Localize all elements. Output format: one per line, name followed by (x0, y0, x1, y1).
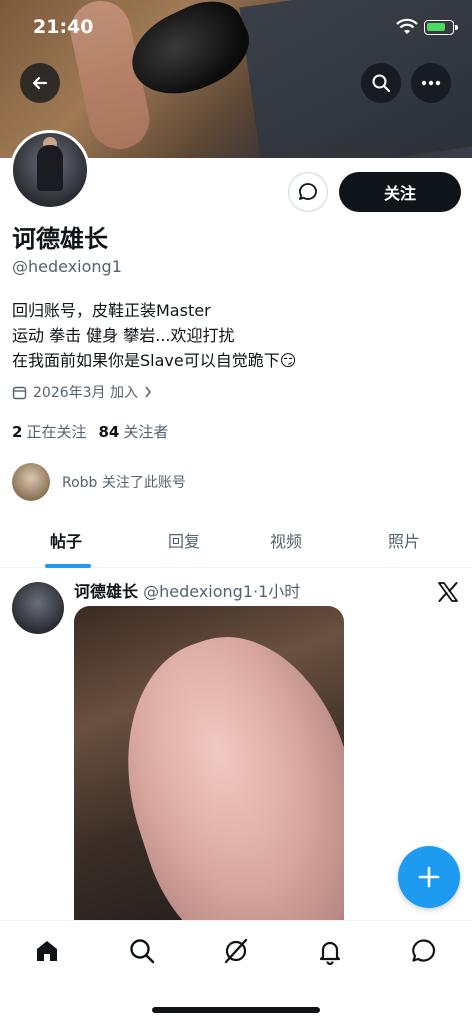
search-button[interactable] (361, 63, 401, 103)
grok-icon (224, 938, 248, 964)
search-icon (130, 939, 155, 964)
home-icon (37, 941, 57, 961)
post-image[interactable] (74, 606, 344, 920)
message-button[interactable] (288, 172, 328, 212)
home-indicator (152, 1007, 320, 1013)
status-bar: 21:40 (0, 0, 472, 56)
tab-videos[interactable]: 视频 (270, 528, 302, 552)
plus-icon (418, 866, 440, 888)
bio-line: 在我面前如果你是Slave可以自觉跪下😏 (12, 351, 297, 370)
post-meta: 诃德雄长 @hedexiong1·1小时 (74, 578, 300, 602)
search-icon (372, 74, 391, 93)
following-label: 正在关注 (26, 423, 87, 441)
profile-tabs: 帖子 回复 视频 照片 (0, 516, 472, 568)
more-icon (421, 80, 441, 86)
battery-icon (424, 20, 458, 35)
followers-label: 关注者 (123, 423, 169, 441)
followers-link[interactable]: 84 关注者 (98, 421, 168, 442)
profile-avatar[interactable] (10, 130, 90, 210)
following-count: 2 (12, 423, 23, 441)
message-icon (299, 183, 317, 200)
nav-search[interactable] (126, 935, 158, 967)
joined-label: 2026年3月 加入 (33, 385, 138, 401)
more-button[interactable] (411, 63, 451, 103)
joined-date[interactable]: 2026年3月 加入 (12, 382, 152, 402)
followed-by-text: Robb 关注了此账号 (62, 475, 186, 491)
followed-by[interactable]: Robb 关注了此账号 (12, 463, 186, 501)
nav-messages[interactable] (408, 935, 440, 967)
follow-stats: 2 正在关注 84 关注者 (12, 421, 168, 442)
nav-grok[interactable] (220, 935, 252, 967)
post-author[interactable]: 诃德雄长 (74, 582, 138, 601)
back-arrow-icon (32, 76, 48, 90)
messages-icon (412, 939, 436, 962)
followers-count: 84 (98, 423, 120, 441)
bio-line: 回归账号，皮鞋正装Master (12, 301, 211, 320)
chevron-right-icon (145, 386, 152, 398)
status-time: 21:40 (33, 16, 94, 38)
profile-bio: 回归账号，皮鞋正装Master 运动 拳击 健身 攀岩...欢迎打扰 在我面前如… (12, 298, 452, 373)
x-logo-icon (438, 582, 458, 602)
notifications-icon (319, 941, 341, 965)
wifi-icon (396, 18, 418, 34)
follow-button[interactable]: 关注 (339, 172, 461, 212)
following-link[interactable]: 2 正在关注 (12, 421, 86, 442)
post-avatar[interactable] (12, 582, 64, 634)
nav-notifications[interactable] (314, 935, 346, 967)
profile-name: 诃德雄长 (12, 225, 108, 253)
tab-photos[interactable]: 照片 (388, 528, 420, 552)
nav-home[interactable] (31, 935, 63, 967)
profile-handle: @hedexiong1 (12, 257, 122, 276)
calendar-icon (12, 386, 27, 399)
bio-line: 运动 拳击 健身 攀岩...欢迎打扰 (12, 326, 235, 345)
tab-replies[interactable]: 回复 (168, 528, 200, 552)
post-handle-time: @hedexiong1·1小时 (143, 582, 301, 601)
compose-button[interactable] (398, 846, 460, 908)
back-button[interactable] (20, 63, 60, 103)
tab-posts[interactable]: 帖子 (50, 528, 82, 552)
follower-avatar (12, 463, 50, 501)
bottom-nav (0, 920, 472, 1024)
